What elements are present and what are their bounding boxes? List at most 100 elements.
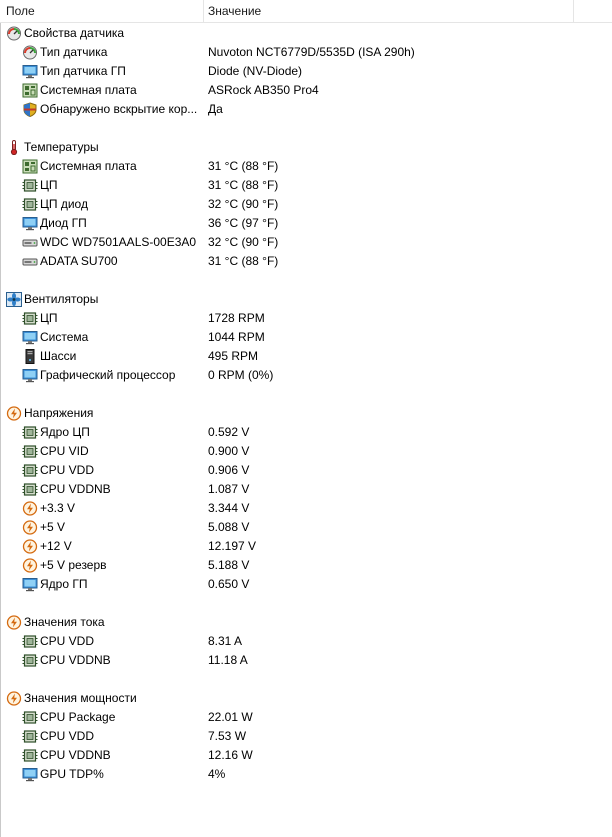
sensor-row[interactable]: Шасси 495 RPM xyxy=(0,347,612,366)
group-header[interactable]: Напряжения xyxy=(0,404,612,423)
sensor-field: Шасси xyxy=(40,349,77,363)
sensor-row[interactable]: CPU VDDNB 12.16 W xyxy=(0,746,612,765)
sensor-list: Свойства датчика Тип датчика Nuvoton NCT67… xyxy=(0,24,612,784)
sensor-row[interactable]: ЦП диод 32 °C (90 °F) xyxy=(0,195,612,214)
group-header[interactable]: Температуры xyxy=(0,138,612,157)
voltage-bolt-icon xyxy=(6,406,22,421)
sensor-field: CPU VDDNB xyxy=(40,748,111,762)
sensor-gauge-icon xyxy=(6,26,22,41)
sensor-field: Ядро ГП xyxy=(40,577,88,591)
sensor-row[interactable]: CPU Package 22.01 W xyxy=(0,708,612,727)
security-shield-icon xyxy=(22,102,38,117)
sensor-value: 0.906 V xyxy=(208,463,250,477)
sensor-row[interactable]: CPU VDD 0.906 V xyxy=(0,461,612,480)
sensor-field: WDC WD7501AALS-00E3A0 xyxy=(40,235,197,249)
sensor-value: 12.197 V xyxy=(208,539,257,553)
sensor-row[interactable]: Системная плата ASRock AB350 Pro4 xyxy=(0,81,612,100)
sensor-row[interactable]: CPU VDD 7.53 W xyxy=(0,727,612,746)
sensor-row[interactable]: CPU VID 0.900 V xyxy=(0,442,612,461)
sensor-field: ADATA SU700 xyxy=(40,254,118,268)
group-header[interactable]: Значения тока xyxy=(0,613,612,632)
column-header: Поле Значение xyxy=(0,0,612,23)
sensor-value: 1.087 V xyxy=(208,482,250,496)
sensor-field: Тип датчика xyxy=(40,45,108,59)
sensor-value: 7.53 W xyxy=(208,729,247,743)
cpu-chip-icon xyxy=(22,197,38,212)
sensor-row[interactable]: Обнаружено вскрытие кор... Да xyxy=(0,100,612,119)
sensor-row[interactable]: Диод ГП 36 °C (97 °F) xyxy=(0,214,612,233)
sensor-row[interactable]: CPU VDDNB 1.087 V xyxy=(0,480,612,499)
sensor-value: 1728 RPM xyxy=(208,311,265,325)
sensor-value: 0 RPM (0%) xyxy=(208,368,274,382)
sensor-value: 11.18 A xyxy=(208,653,248,667)
group-label: Значения мощности xyxy=(24,691,137,705)
sensor-field: CPU VDD xyxy=(40,463,95,477)
sensor-row[interactable]: Ядро ЦП 0.592 V xyxy=(0,423,612,442)
sensor-row[interactable]: Системная плата 31 °C (88 °F) xyxy=(0,157,612,176)
sensor-row[interactable]: Тип датчика ГП Diode (NV-Diode) xyxy=(0,62,612,81)
sensor-gauge-icon xyxy=(22,45,38,60)
sensor-row[interactable]: Ядро ГП 0.650 V xyxy=(0,575,612,594)
gpu-monitor-icon xyxy=(22,577,38,592)
sensor-row[interactable]: +3.3 V 3.344 V xyxy=(0,499,612,518)
group-label: Вентиляторы xyxy=(24,292,99,306)
sensor-value: 31 °C (88 °F) xyxy=(208,254,279,268)
sensor-value: 3.344 V xyxy=(208,501,250,515)
sensor-field: CPU VDD xyxy=(40,634,95,648)
sensor-field: +5 V резерв xyxy=(40,558,107,572)
group-label: Напряжения xyxy=(24,406,94,420)
sensor-row[interactable]: GPU TDP% 4% xyxy=(0,765,612,784)
sensor-field: Ядро ЦП xyxy=(40,425,90,439)
sensor-row[interactable]: +5 V резерв 5.188 V xyxy=(0,556,612,575)
sensor-value: 5.088 V xyxy=(208,520,250,534)
sensor-row[interactable]: Тип датчика Nuvoton NCT6779D/5535D (ISA 2… xyxy=(0,43,612,62)
gpu-monitor-icon xyxy=(22,368,38,383)
sensor-row[interactable]: ADATA SU700 31 °C (88 °F) xyxy=(0,252,612,271)
sensor-row[interactable]: Графический процессор 0 RPM (0%) xyxy=(0,366,612,385)
sensor-field: ЦП диод xyxy=(40,197,88,211)
sensor-row[interactable]: +5 V 5.088 V xyxy=(0,518,612,537)
group-label: Значения тока xyxy=(24,615,105,629)
sensor-row[interactable]: CPU VDD 8.31 A xyxy=(0,632,612,651)
cpu-chip-icon xyxy=(22,425,38,440)
sensor-field: Тип датчика ГП xyxy=(40,64,126,78)
group-header[interactable]: Значения мощности xyxy=(0,689,612,708)
voltage-bolt-icon xyxy=(22,520,38,535)
sensor-row[interactable]: WDC WD7501AALS-00E3A0 32 °C (90 °F) xyxy=(0,233,612,252)
group-header[interactable]: Свойства датчика xyxy=(0,24,612,43)
column-header-field[interactable]: Поле xyxy=(6,0,202,22)
cpu-chip-icon xyxy=(22,482,38,497)
group-header[interactable]: Вентиляторы xyxy=(0,290,612,309)
motherboard-icon xyxy=(22,83,38,98)
group-label: Свойства датчика xyxy=(24,26,125,40)
cpu-chip-icon xyxy=(22,634,38,649)
group-label: Температуры xyxy=(24,140,99,154)
system-monitor-icon xyxy=(22,330,38,345)
sensor-row[interactable]: +12 V 12.197 V xyxy=(0,537,612,556)
sensor-row[interactable]: CPU VDDNB 11.18 A xyxy=(0,651,612,670)
sensor-field: +5 V xyxy=(40,520,66,534)
voltage-bolt-icon xyxy=(6,691,22,706)
column-header-value[interactable]: Значение xyxy=(208,0,572,22)
sensor-value: Nuvoton NCT6779D/5535D (ISA 290h) xyxy=(208,45,415,59)
sensor-field: CPU VDD xyxy=(40,729,95,743)
column-divider[interactable] xyxy=(203,0,204,22)
sensor-field: +12 V xyxy=(40,539,72,553)
sensor-row[interactable]: ЦП 31 °C (88 °F) xyxy=(0,176,612,195)
voltage-bolt-icon xyxy=(22,501,38,516)
gpu-monitor-icon xyxy=(22,767,38,782)
column-divider[interactable] xyxy=(573,0,574,22)
sensor-value: ASRock AB350 Pro4 xyxy=(208,83,319,97)
sensor-value: 0.592 V xyxy=(208,425,250,439)
fan-icon xyxy=(6,292,22,307)
sensor-field: CPU Package xyxy=(40,710,116,724)
sensor-value: Да xyxy=(208,102,223,116)
sensor-field: Системная плата xyxy=(40,159,137,173)
sensor-value: 0.650 V xyxy=(208,577,250,591)
voltage-bolt-icon xyxy=(6,615,22,630)
sensor-row[interactable]: ЦП 1728 RPM xyxy=(0,309,612,328)
sensor-row[interactable]: Система 1044 RPM xyxy=(0,328,612,347)
